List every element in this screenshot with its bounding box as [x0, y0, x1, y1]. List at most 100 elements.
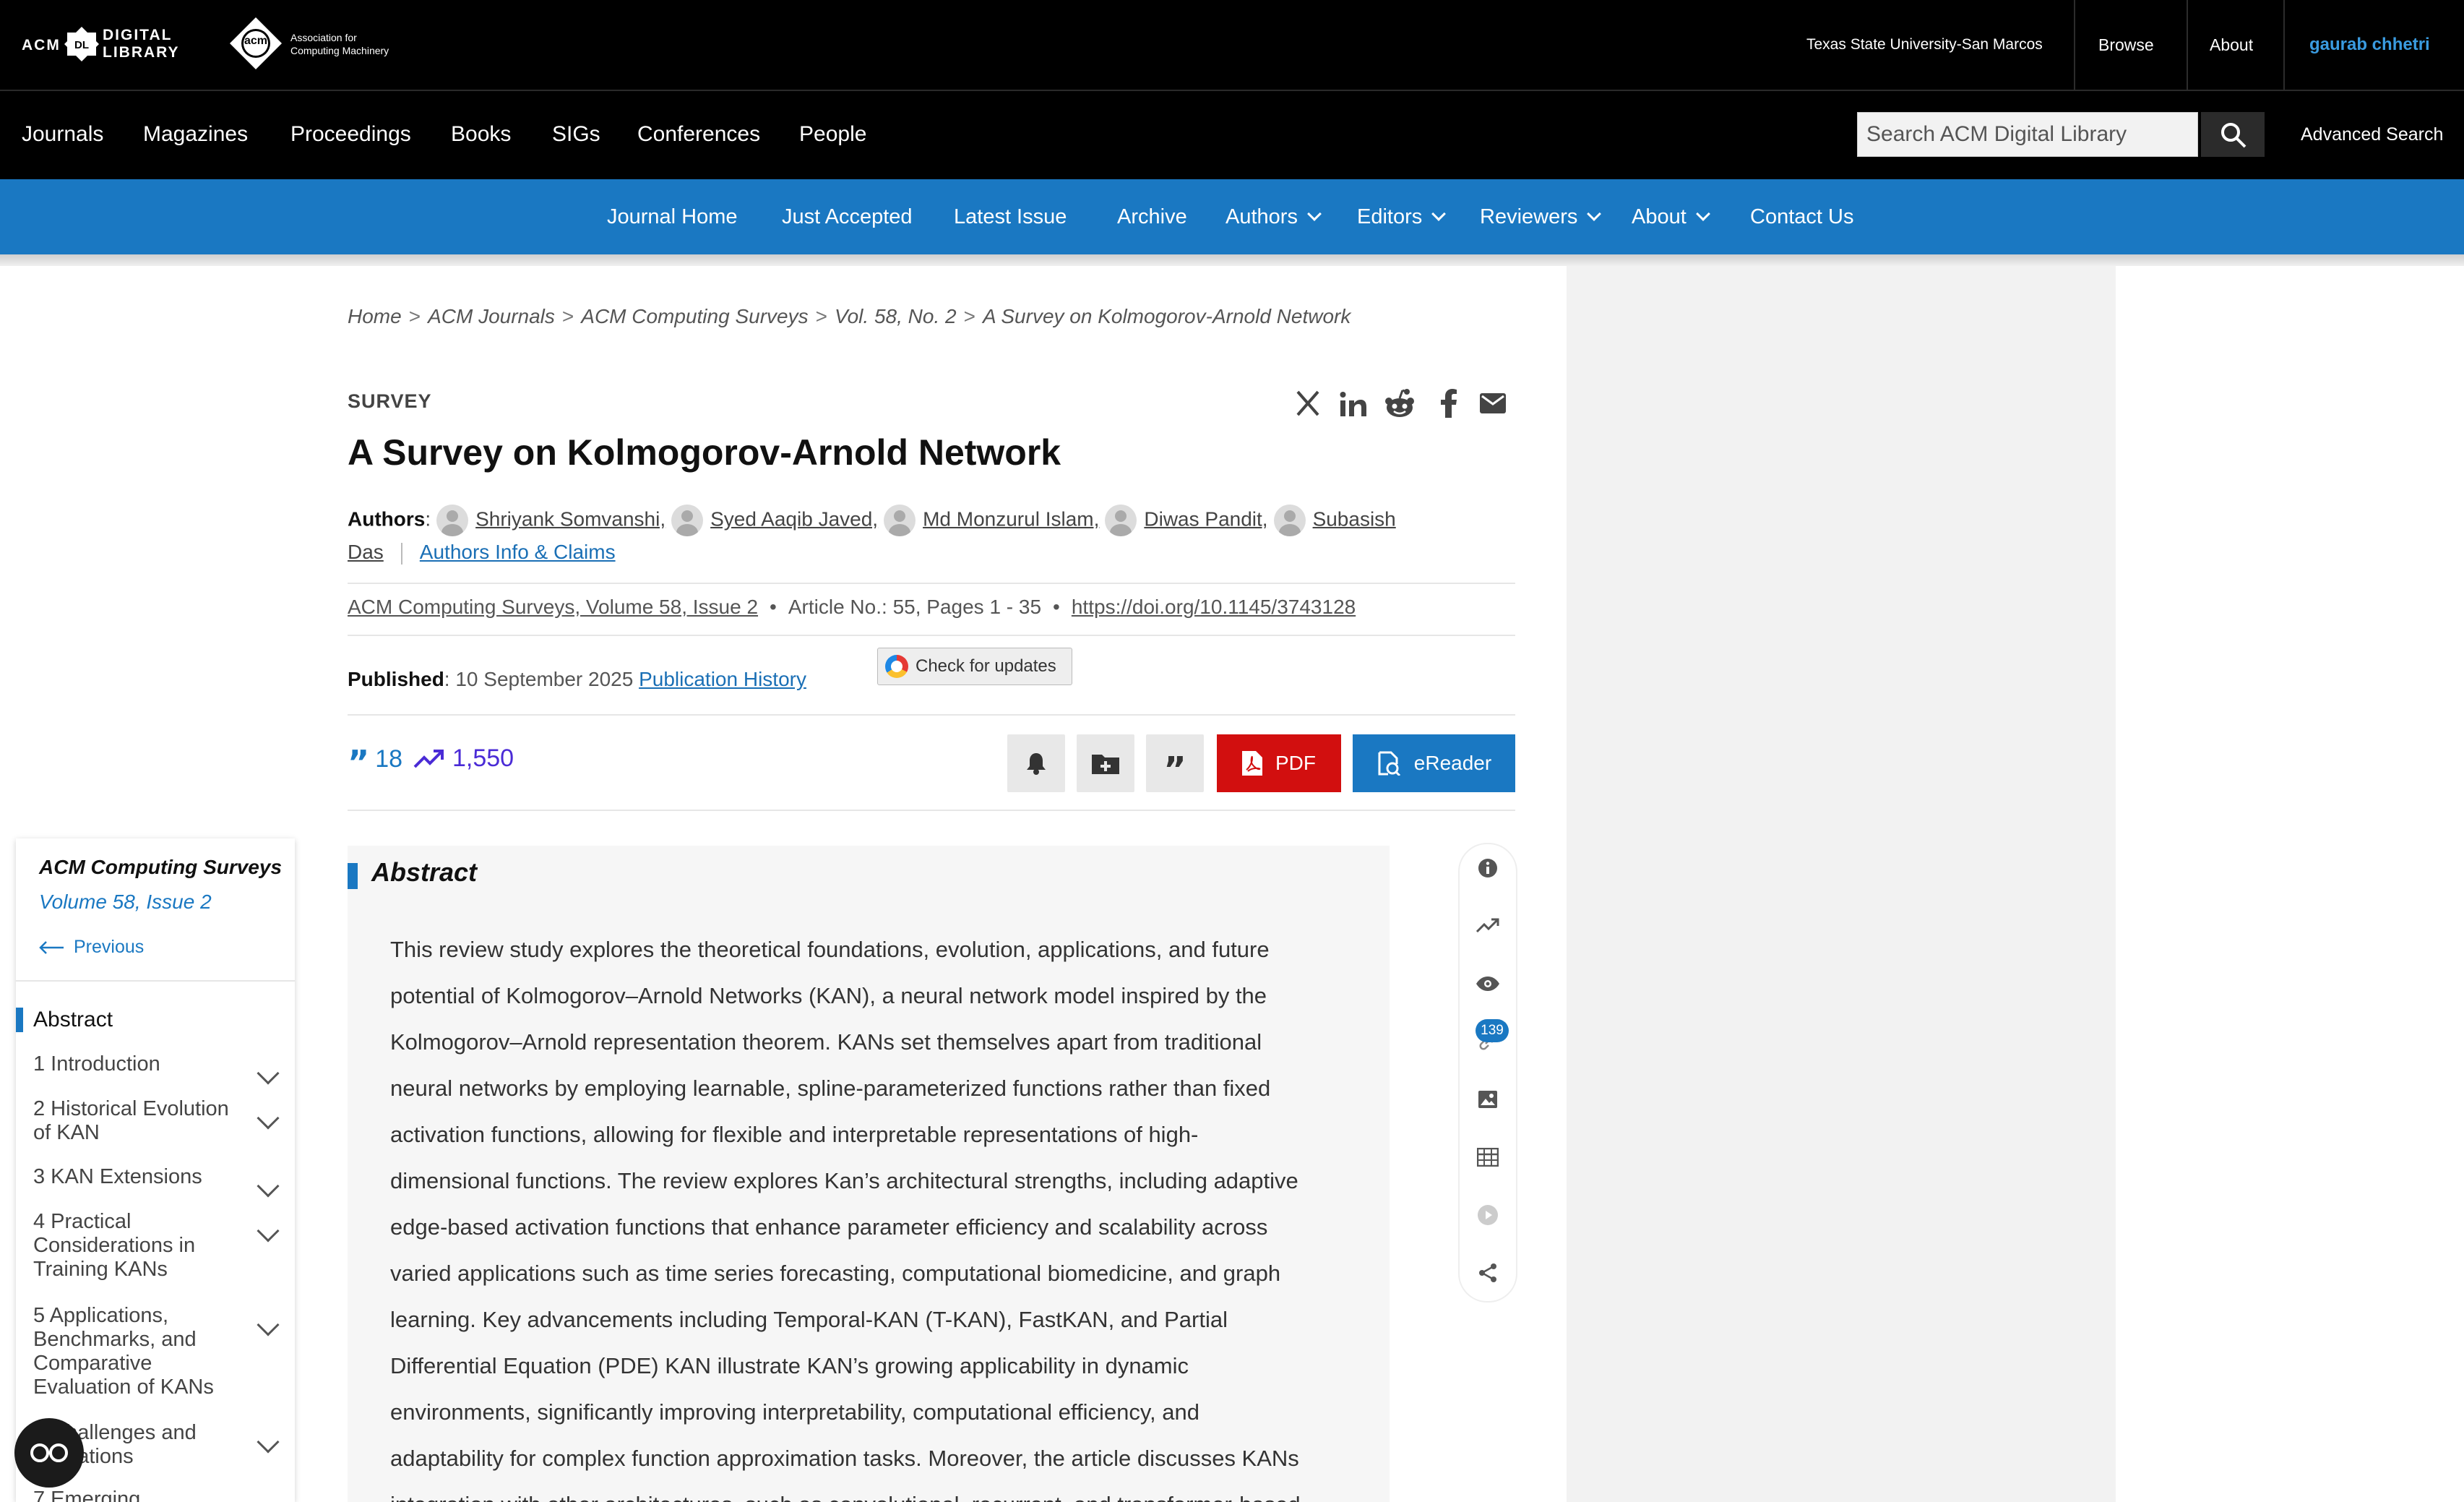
abstract-line: varied applications such as time series …	[390, 1261, 1281, 1286]
browse-link[interactable]: Browse	[2098, 0, 2154, 90]
logo-digital-text: DIGITAL	[103, 27, 173, 43]
journal-issue-link[interactable]: ACM Computing Surveys, Volume 58, Issue …	[348, 596, 758, 618]
acm-dl-logo[interactable]: ACM DL DIGITAL LIBRARY	[22, 26, 184, 64]
toc-item-line: Comparative	[33, 1352, 152, 1375]
chevron-down-icon	[1695, 207, 1710, 221]
toc-item-kan-extensions[interactable]: 3 KAN Extensions	[33, 1165, 250, 1189]
journal-nav-latest-issue[interactable]: Latest Issue	[954, 179, 1067, 254]
toc-item-applications[interactable]: 5 Applications, Benchmarks, and Comparativ…	[33, 1304, 250, 1399]
accessibility-widget-button[interactable]	[14, 1418, 84, 1488]
citations-metric[interactable]: ” 18	[348, 744, 403, 780]
metrics-icon[interactable]	[1471, 909, 1504, 943]
advanced-search-link[interactable]: Advanced Search	[2301, 124, 2443, 145]
doi-link[interactable]: https://doi.org/10.1145/3743128	[1072, 596, 1356, 618]
abstract-line: adaptability for complex function approx…	[390, 1446, 1299, 1471]
abstract-line: integration with other architectures, su…	[390, 1482, 1362, 1502]
nav-conferences[interactable]: Conferences	[637, 90, 760, 179]
toc-issue-link[interactable]: Volume 58, Issue 2	[39, 891, 212, 914]
about-link[interactable]: About	[2210, 0, 2253, 90]
author-link[interactable]: Md Monzurul Islam,	[923, 507, 1099, 530]
acm-association-logo[interactable]: acm Association for Computing Machinery	[228, 16, 395, 74]
author-link[interactable]: Diwas Pandit,	[1144, 507, 1267, 530]
journal-nav-about-label: About	[1632, 205, 1687, 228]
ereader-button[interactable]: eReader	[1353, 734, 1515, 792]
crossmark-icon	[885, 655, 908, 678]
breadcrumb-acm-journals[interactable]: ACM Journals	[428, 305, 555, 327]
media-play-icon[interactable]	[1471, 1198, 1504, 1232]
breadcrumb-article: A Survey on Kolmogorov-Arnold Network	[982, 305, 1351, 327]
citations-count: 18	[375, 744, 403, 773]
bullet-separator: •	[1053, 596, 1060, 618]
journal-nav-home[interactable]: Journal Home	[607, 179, 738, 254]
nav-sigs[interactable]: SIGs	[552, 90, 600, 179]
divider	[400, 542, 402, 565]
table-icon[interactable]	[1471, 1141, 1504, 1174]
toc-item-emerging[interactable]: 7 Emerging	[33, 1488, 250, 1502]
search-input[interactable]: Search ACM Digital Library	[1857, 112, 2198, 157]
save-to-binder-button[interactable]	[1077, 734, 1134, 792]
journal-nav-authors[interactable]: Authors	[1225, 179, 1322, 254]
search-button[interactable]	[2201, 112, 2265, 157]
info-icon[interactable]	[1471, 851, 1504, 885]
toc-item-historical-evolution[interactable]: 2 Historical Evolution of KAN	[33, 1097, 257, 1145]
search-icon	[2220, 121, 2247, 149]
eye-icon[interactable]	[1471, 967, 1504, 1000]
quote-icon: ”	[1163, 750, 1186, 790]
nav-magazines[interactable]: Magazines	[143, 90, 248, 179]
journal-nav-reviewers[interactable]: Reviewers	[1480, 179, 1602, 254]
facebook-share-icon[interactable]	[1438, 389, 1460, 418]
journal-nav-contact[interactable]: Contact Us	[1750, 179, 1853, 254]
authors-line: Authors: Shriyank Somvanshi, Syed Aaqib Ja…	[348, 505, 1396, 536]
journal-nav-just-accepted[interactable]: Just Accepted	[782, 179, 913, 254]
divider	[348, 635, 1515, 636]
divider	[2074, 0, 2075, 90]
breadcrumb-issue[interactable]: Vol. 58, No. 2	[835, 305, 957, 327]
trending-up-icon	[413, 748, 445, 770]
breadcrumb-home[interactable]: Home	[348, 305, 402, 327]
breadcrumb-journal[interactable]: ACM Computing Surveys	[581, 305, 808, 327]
abstract-text: This review study explores the theoretic…	[390, 927, 1362, 1502]
journal-nav-about[interactable]: About	[1632, 179, 1710, 254]
nav-journals[interactable]: Journals	[22, 90, 103, 179]
toc-item-abstract[interactable]: Abstract	[33, 1008, 113, 1032]
toc-item-line: Evaluation of KANs	[33, 1376, 214, 1399]
alert-button[interactable]	[1007, 734, 1065, 792]
toc-item-introduction[interactable]: 1 Introduction	[33, 1052, 250, 1076]
divider	[348, 583, 1515, 584]
divider	[2283, 0, 2285, 90]
toc-item-line: 2 Historical Evolution	[33, 1097, 229, 1120]
ereader-icon	[1377, 751, 1401, 776]
nav-proceedings[interactable]: Proceedings	[290, 90, 411, 179]
sidebar-ad-column	[1567, 266, 2116, 1502]
check-updates-button[interactable]: Check for updates	[877, 648, 1072, 685]
arrow-left-icon	[39, 940, 64, 954]
author-link[interactable]: Subasish	[1313, 507, 1396, 530]
reddit-share-icon[interactable]	[1383, 387, 1416, 421]
journal-nav-editors[interactable]: Editors	[1357, 179, 1447, 254]
share-icon[interactable]	[1471, 1256, 1504, 1289]
journal-nav-archive[interactable]: Archive	[1117, 179, 1187, 254]
nav-people[interactable]: People	[799, 90, 866, 179]
email-share-icon[interactable]	[1480, 393, 1506, 413]
abstract-line: neural networks by employing learnable, …	[390, 1076, 1271, 1101]
author-link[interactable]: Shriyank Somvanshi,	[475, 507, 665, 530]
journal-nav-shadow	[0, 254, 2464, 266]
authors-info-link[interactable]: Authors Info & Claims	[420, 541, 616, 563]
toc-item-practical-considerations[interactable]: 4 Practical Considerations in Training KAN…	[33, 1210, 250, 1282]
toc-previous-link[interactable]: Previous	[39, 937, 144, 958]
bullet-separator: •	[770, 596, 777, 618]
export-citation-button[interactable]: ”	[1146, 734, 1204, 792]
publication-history-link[interactable]: Publication History	[639, 668, 806, 690]
journal-nav-authors-label: Authors	[1225, 205, 1298, 228]
user-menu[interactable]: gaurab chhetri	[2309, 0, 2430, 90]
author-link[interactable]: Das	[348, 541, 384, 563]
nav-books[interactable]: Books	[451, 90, 511, 179]
x-share-icon[interactable]	[1293, 389, 1322, 418]
image-icon[interactable]	[1471, 1083, 1504, 1116]
toc-journal-title[interactable]: ACM Computing Surveys	[39, 856, 282, 879]
toc-item-line: 3 KAN Extensions	[33, 1165, 202, 1188]
pdf-button[interactable]: PDF	[1217, 734, 1341, 792]
author-link[interactable]: Syed Aaqib Javed,	[710, 507, 878, 530]
downloads-metric[interactable]: 1,550	[413, 744, 514, 773]
linkedin-share-icon[interactable]	[1338, 390, 1367, 419]
